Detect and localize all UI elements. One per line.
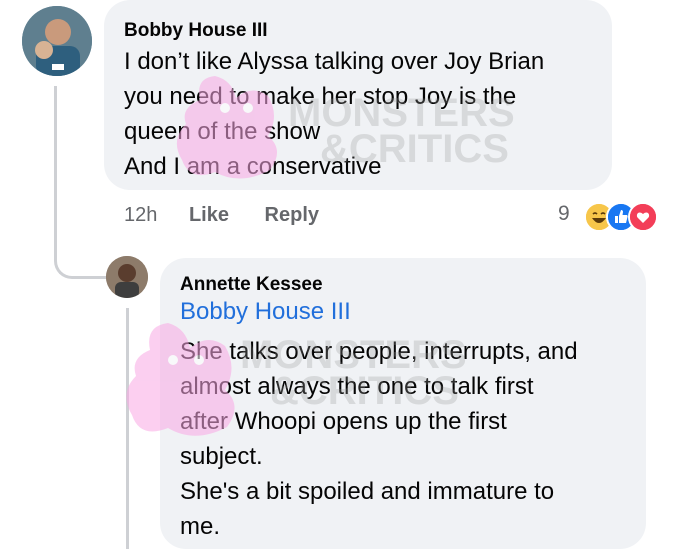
comment-text-line: almost always the one to talk first <box>180 373 534 400</box>
comment-text-line: you need to make her stop Joy is the <box>124 83 517 110</box>
comment-text-line: after Whoopi opens up the first <box>180 408 507 435</box>
comment-text-line: queen of the show <box>124 118 321 145</box>
thread-connector <box>54 86 107 279</box>
comment-author[interactable]: Bobby House III <box>124 20 268 42</box>
mention-link[interactable]: Bobby House III <box>180 298 351 326</box>
avatar[interactable] <box>22 6 92 76</box>
comment-text-line: And I am a conservative <box>124 153 382 180</box>
avatar[interactable] <box>106 256 148 298</box>
love-icon <box>628 202 658 232</box>
comment-text-line: I don’t like Alyssa talking over Joy Bri… <box>124 48 545 75</box>
comment-author[interactable]: Annette Kessee <box>180 274 323 296</box>
comment-text: I don’t like Alyssa talking over Joy Bri… <box>124 44 604 184</box>
comment-text-line: me. <box>180 513 221 540</box>
comment-text-line: subject. <box>180 443 263 470</box>
comment-timestamp[interactable]: 12h <box>124 204 157 227</box>
reaction-count: 9 <box>558 202 570 225</box>
comment-text: She talks over people, interrupts, and a… <box>180 334 640 544</box>
comment-text-line: She talks over people, interrupts, and <box>180 338 578 365</box>
like-button[interactable]: Like <box>189 204 229 227</box>
reply-thread-line <box>126 308 129 549</box>
comment-text-line: She's a bit spoiled and immature to <box>180 478 555 505</box>
reply-button[interactable]: Reply <box>265 204 319 227</box>
comment-actions: 12h Like Reply <box>124 204 319 227</box>
